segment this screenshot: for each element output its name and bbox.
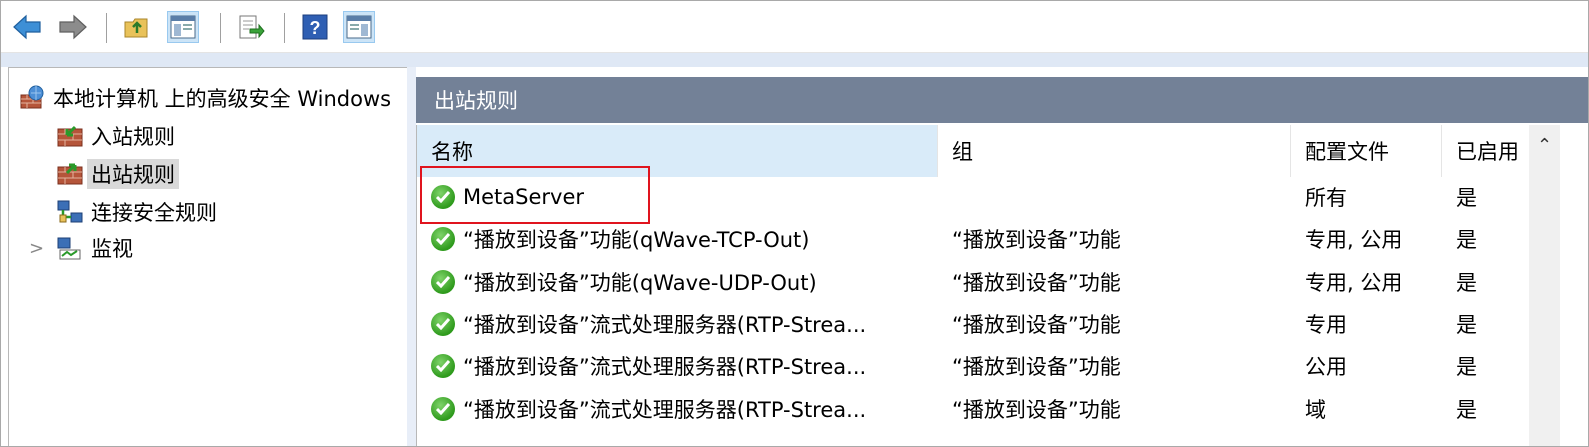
rule-name-cell: “播放到设备”功能(qWave-TCP-Out) <box>431 219 935 259</box>
rule-profile: 专用 <box>1305 313 1347 337</box>
folder-up-icon <box>124 18 148 38</box>
rule-name-cell: “播放到设备”流式处理服务器(RTP-Strea... <box>431 304 935 344</box>
rule-profile: 专用, 公用 <box>1305 271 1403 295</box>
rule-name: “播放到设备”流式处理服务器(RTP-Strea... <box>463 313 867 337</box>
tree-item-label: 监视 <box>91 237 133 261</box>
enabled-check-icon <box>431 312 455 336</box>
results-pane: 出站规则 名称 组 配置文件 已启用 MetaServer 所有是 “播放到设备”功… <box>416 77 1588 446</box>
rule-profile: 所有 <box>1305 186 1347 210</box>
monitor-icon <box>57 237 81 260</box>
table-row[interactable]: “播放到设备”流式处理服务器(RTP-Strea... “播放到设备”功能域是 <box>417 389 1569 429</box>
rule-name: “播放到设备”流式处理服务器(RTP-Strea... <box>463 355 867 379</box>
rule-group <box>952 177 1288 217</box>
table-row[interactable]: “播放到设备”功能(qWave-TCP-Out) “播放到设备”功能 专用, 公用是 <box>417 219 1569 259</box>
action-pane-icon <box>346 15 372 39</box>
rule-profile: 公用 <box>1305 355 1347 379</box>
rule-name: “播放到设备”功能(qWave-UDP-Out) <box>463 271 817 295</box>
show-hide-action-pane-button[interactable] <box>343 11 375 43</box>
back-button[interactable] <box>11 11 43 43</box>
tree-item-inbound-rules[interactable]: 入站规则 <box>57 119 175 153</box>
up-folder-button[interactable] <box>121 11 153 43</box>
toolbar-separator <box>106 13 107 43</box>
tree-item-label: 连接安全规则 <box>91 201 217 225</box>
rule-group: “播放到设备”功能 <box>952 228 1121 252</box>
highlight-box <box>420 166 650 224</box>
window: ? 本地计算机 上的高级安全 Windows 入站规则 出站规则 连接安全规则 … <box>0 0 1589 447</box>
toolbar: ? <box>1 1 1588 53</box>
rule-profile: 专用, 公用 <box>1305 228 1403 252</box>
tree-root[interactable]: 本地计算机 上的高级安全 Windows <box>19 81 391 115</box>
show-hide-console-tree-button[interactable] <box>167 11 199 43</box>
rule-profile: 域 <box>1305 398 1326 422</box>
console-tree-icon <box>170 15 196 39</box>
enabled-check-icon <box>431 227 455 251</box>
export-icon <box>239 15 265 39</box>
console-tree: 本地计算机 上的高级安全 Windows 入站规则 出站规则 连接安全规则 > … <box>8 67 408 446</box>
svg-text:?: ? <box>310 18 321 38</box>
forward-button[interactable] <box>57 11 89 43</box>
pane-splitter[interactable] <box>407 67 416 446</box>
tree-root-label: 本地计算机 上的高级安全 Windows <box>53 87 392 111</box>
vertical-scrollbar[interactable]: ⌃ <box>1529 125 1560 446</box>
tree-item-monitor[interactable]: 监视 <box>57 231 133 265</box>
export-list-button[interactable] <box>235 11 267 43</box>
outbound-rules-icon <box>57 163 83 185</box>
rule-name: “播放到设备”功能(qWave-TCP-Out) <box>463 228 810 252</box>
tree-item-connection-security-rules[interactable]: 连接安全规则 <box>57 195 217 229</box>
table-row[interactable]: “播放到设备”流式处理服务器(RTP-Strea... “播放到设备”功能 公用是 <box>417 346 1569 386</box>
enabled-check-icon <box>431 270 455 294</box>
enabled-check-icon <box>431 397 455 421</box>
rule-group: “播放到设备”功能 <box>952 355 1121 379</box>
rule-name-cell: “播放到设备”功能(qWave-UDP-Out) <box>431 262 935 302</box>
toolbar-separator <box>284 13 285 43</box>
tree-item-label: 出站规则 <box>87 159 179 189</box>
column-header-group[interactable]: 组 <box>938 125 1290 177</box>
tree-item-label: 入站规则 <box>91 125 175 149</box>
arrow-left-icon <box>13 14 41 40</box>
help-button[interactable]: ? <box>299 11 331 43</box>
rule-group: “播放到设备”功能 <box>952 313 1121 337</box>
rule-group: “播放到设备”功能 <box>952 398 1121 422</box>
rule-group: “播放到设备”功能 <box>952 271 1121 295</box>
tree-item-outbound-rules[interactable]: 出站规则 <box>57 157 179 191</box>
inbound-rules-icon <box>57 125 83 147</box>
table-row[interactable]: “播放到设备”流式处理服务器(RTP-Strea... “播放到设备”功能 专用是 <box>417 304 1569 344</box>
arrow-right-icon <box>59 14 87 40</box>
expand-chevron-icon[interactable]: > <box>29 238 44 259</box>
rule-name: “播放到设备”流式处理服务器(RTP-Strea... <box>463 398 867 422</box>
firewall-globe-icon <box>20 85 44 109</box>
help-icon: ? <box>302 14 328 40</box>
enabled-check-icon <box>431 354 455 378</box>
table-row[interactable]: “播放到设备”功能(qWave-UDP-Out) “播放到设备”功能 专用, 公用是 <box>417 262 1569 302</box>
toolbar-separator <box>220 13 221 43</box>
scroll-up-icon[interactable]: ⌃ <box>1529 125 1560 165</box>
scrollbar-thumb[interactable] <box>1533 167 1556 446</box>
connection-security-icon <box>57 200 83 223</box>
rule-name-cell: “播放到设备”流式处理服务器(RTP-Strea... <box>431 346 935 386</box>
column-header-profile[interactable]: 配置文件 <box>1291 125 1441 177</box>
rule-name-cell: “播放到设备”流式处理服务器(RTP-Strea... <box>431 389 935 429</box>
pane-title: 出站规则 <box>416 77 1588 123</box>
toolbar-band <box>1 53 1588 67</box>
